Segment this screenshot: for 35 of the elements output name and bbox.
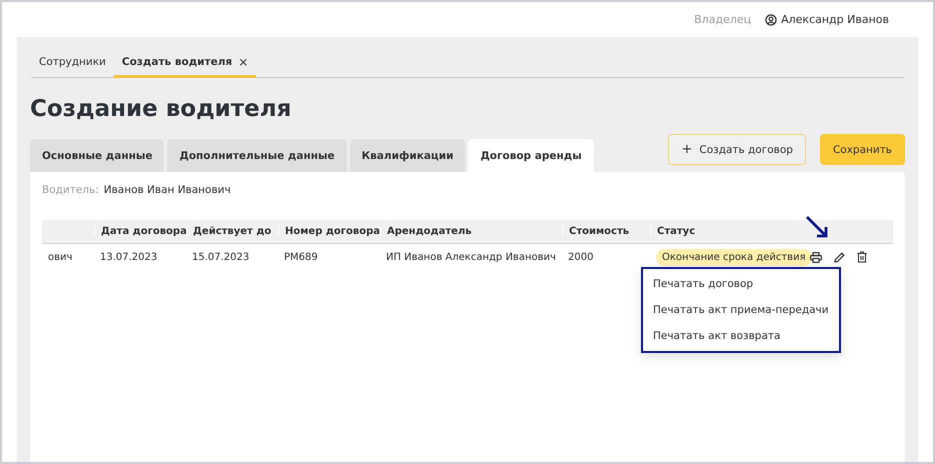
page-tab[interactable]: Сотрудники xyxy=(31,49,114,78)
create-contract-button[interactable]: + Создать договор xyxy=(668,134,806,165)
form-tab[interactable]: Дополнительные данные xyxy=(167,139,347,172)
user-role: Владелец xyxy=(694,13,752,26)
pointer-arrow xyxy=(806,216,830,240)
menu-item[interactable]: Печатать акт приема-передачи xyxy=(643,297,839,323)
column-header: Дата договора xyxy=(101,226,187,237)
table-cell: 15.07.2023 xyxy=(192,252,250,262)
save-button[interactable]: Сохранить xyxy=(820,134,905,165)
menu-item[interactable]: Печатать договор xyxy=(643,271,839,297)
edit-icon[interactable] xyxy=(834,252,845,262)
menu-item[interactable]: Печатать акт возврата xyxy=(643,323,839,349)
column-header: Арендодатель xyxy=(387,226,472,237)
page-tab[interactable]: Создать водителя × xyxy=(114,49,256,78)
column-header: Стоимость xyxy=(569,226,630,237)
print-icon[interactable] xyxy=(810,252,822,262)
user-name[interactable]: Александр Иванов xyxy=(781,13,889,26)
page-title: Создание водителя xyxy=(30,96,292,122)
form-tab[interactable]: Квалификации xyxy=(350,139,466,172)
form-tab[interactable]: Основные данные xyxy=(30,139,164,172)
column-header: Номер договора xyxy=(285,226,380,237)
driver-label: Водитель: xyxy=(42,184,99,196)
table-cell: ИП Иванов Александр Иванович xyxy=(386,252,556,262)
form-tab[interactable]: Договор аренды xyxy=(468,139,594,172)
table-cell: 13.07.2023 xyxy=(100,252,158,262)
driver-name: Иванов Иван Иванович xyxy=(104,184,231,196)
table-cell: ович xyxy=(48,252,72,262)
delete-icon[interactable] xyxy=(857,251,867,263)
table-cell: 2000 xyxy=(568,252,594,262)
close-icon[interactable]: × xyxy=(238,56,248,68)
column-header: Действует до xyxy=(193,226,272,237)
user-icon xyxy=(765,14,778,26)
status-tag: Окончание срока действия xyxy=(656,248,812,266)
table-cell: РМ689 xyxy=(284,252,318,262)
column-header: Статус xyxy=(657,226,696,237)
